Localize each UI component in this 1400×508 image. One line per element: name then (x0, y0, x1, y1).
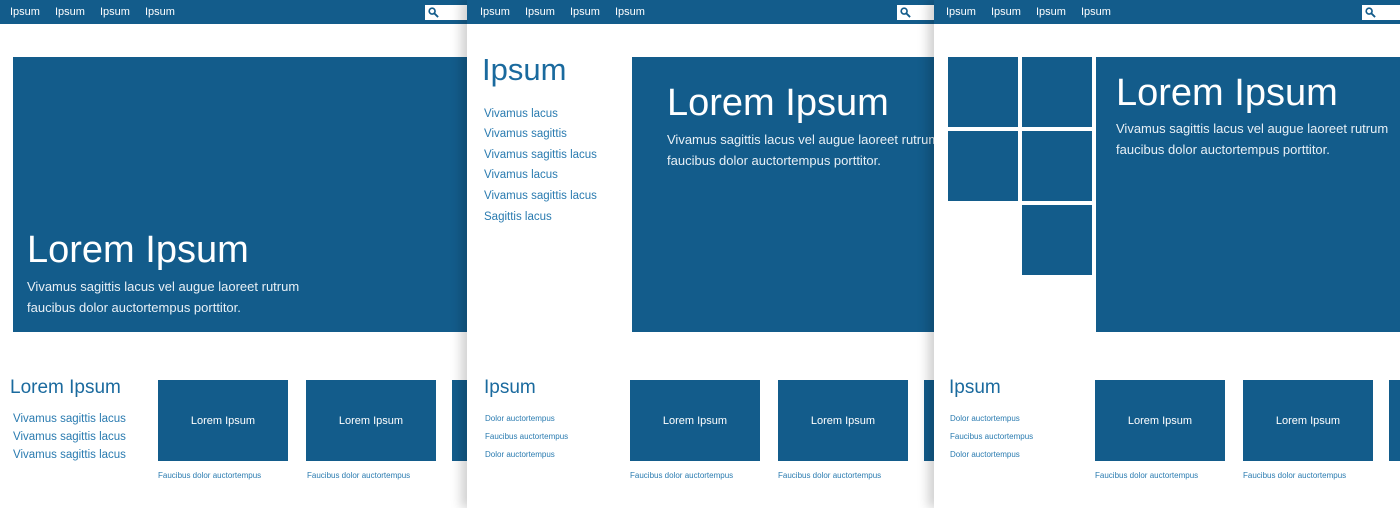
section-link-2[interactable]: Faucibus auctortempus (485, 432, 568, 442)
card-label: Lorem Ipsum (1275, 414, 1341, 427)
section-link-3[interactable]: Dolor auctortempus (950, 450, 1020, 460)
top-nav-bar: Ipsum Ipsum Ipsum Ipsum (467, 0, 934, 24)
nav-item-4[interactable]: Ipsum (145, 5, 175, 19)
nav-item-4[interactable]: Ipsum (615, 5, 645, 19)
section-title: Ipsum (484, 377, 536, 398)
nav-item-3[interactable]: Ipsum (100, 5, 130, 19)
hero-description-line-2: faucibus dolor auctortempus porttitor. (27, 300, 241, 315)
section-title: Lorem Ipsum (10, 377, 121, 398)
nav-item-1[interactable]: Ipsum (480, 5, 510, 19)
hero-description-line-1: Vivamus sagittis lacus vel augue laoreet… (27, 279, 300, 294)
sidebar-link-1[interactable]: Vivamus lacus (484, 107, 558, 121)
card-caption-1[interactable]: Faucibus dolor auctortempus (630, 471, 733, 481)
grid-tile-4[interactable] (1022, 131, 1092, 201)
nav-item-4[interactable]: Ipsum (1081, 5, 1111, 19)
hero-description-line-2: faucibus dolor auctortempus porttitor. (667, 153, 881, 168)
layout-panel-1: Ipsum Ipsum Ipsum Ipsum Lorem Ipsum Viva… (0, 0, 467, 508)
layout-panel-3: Ipsum Ipsum Ipsum Ipsum Lorem Ipsum Viva… (934, 0, 1400, 508)
grid-tile-2[interactable] (1022, 57, 1092, 127)
search-icon (428, 7, 439, 18)
card-caption-2[interactable]: Faucibus dolor auctortempus (1243, 471, 1346, 481)
nav-item-3[interactable]: Ipsum (570, 5, 600, 19)
content-card-3[interactable] (1389, 380, 1400, 461)
section-link-1[interactable]: Dolor auctortempus (950, 414, 1020, 424)
search-input[interactable] (1362, 5, 1400, 20)
sidebar-link-3[interactable]: Vivamus sagittis lacus (484, 148, 597, 162)
card-label: Lorem Ipsum (338, 414, 404, 427)
search-input[interactable] (425, 5, 467, 20)
section-link-2[interactable]: Faucibus auctortempus (950, 432, 1033, 442)
section-link-1[interactable]: Vivamus sagittis lacus (13, 412, 126, 426)
card-caption-2[interactable]: Faucibus dolor auctortempus (307, 471, 410, 481)
sidebar-link-6[interactable]: Sagittis lacus (484, 210, 552, 224)
sidebar-link-2[interactable]: Vivamus sagittis (484, 127, 567, 141)
hero-banner[interactable]: Lorem Ipsum Vivamus sagittis lacus vel a… (13, 57, 467, 332)
nav-item-2[interactable]: Ipsum (525, 5, 555, 19)
hero-description-line-1: Vivamus sagittis lacus vel augue laoreet… (1116, 121, 1389, 136)
card-caption-1[interactable]: Faucibus dolor auctortempus (158, 471, 261, 481)
search-icon (900, 7, 911, 18)
section-link-3[interactable]: Dolor auctortempus (485, 450, 555, 460)
content-card-3[interactable] (452, 380, 467, 461)
content-card-1[interactable]: Lorem Ipsum (1095, 380, 1225, 461)
card-label: Lorem Ipsum (810, 414, 876, 427)
section-link-3[interactable]: Vivamus sagittis lacus (13, 448, 126, 462)
card-label: Lorem Ipsum (1127, 414, 1193, 427)
sidebar-link-4[interactable]: Vivamus lacus (484, 168, 558, 182)
content-card-1[interactable]: Lorem Ipsum (630, 380, 760, 461)
nav-item-3[interactable]: Ipsum (1036, 5, 1066, 19)
content-card-2[interactable]: Lorem Ipsum (306, 380, 436, 461)
top-nav-bar: Ipsum Ipsum Ipsum Ipsum (934, 0, 1400, 24)
section-title: Ipsum (949, 377, 1001, 398)
top-nav-bar: Ipsum Ipsum Ipsum Ipsum (0, 0, 467, 24)
content-card-1[interactable]: Lorem Ipsum (158, 380, 288, 461)
hero-description-line-2: faucibus dolor auctortempus porttitor. (1116, 142, 1330, 157)
grid-tile-1[interactable] (948, 57, 1018, 127)
layout-panel-2: Ipsum Ipsum Ipsum Ipsum Ipsum Vivamus la… (467, 0, 934, 508)
hero-title: Lorem Ipsum (27, 229, 249, 271)
grid-tile-3[interactable] (948, 131, 1018, 201)
hero-description-line-1: Vivamus sagittis lacus vel augue laoreet… (667, 132, 934, 147)
section-link-2[interactable]: Vivamus sagittis lacus (13, 430, 126, 444)
hero-title: Lorem Ipsum (1116, 72, 1338, 114)
hero-banner[interactable]: Lorem Ipsum Vivamus sagittis lacus vel a… (632, 57, 934, 332)
content-card-2[interactable]: Lorem Ipsum (1243, 380, 1373, 461)
section-link-1[interactable]: Dolor auctortempus (485, 414, 555, 424)
search-icon (1365, 7, 1376, 18)
card-label: Lorem Ipsum (190, 414, 256, 427)
sidebar-link-5[interactable]: Vivamus sagittis lacus (484, 189, 597, 203)
card-caption-1[interactable]: Faucibus dolor auctortempus (1095, 471, 1198, 481)
nav-item-1[interactable]: Ipsum (10, 5, 40, 19)
search-input[interactable] (897, 5, 934, 20)
nav-item-2[interactable]: Ipsum (991, 5, 1021, 19)
content-card-3[interactable] (924, 380, 934, 461)
grid-tile-5[interactable] (1022, 205, 1092, 275)
hero-title: Lorem Ipsum (667, 82, 889, 124)
nav-item-1[interactable]: Ipsum (946, 5, 976, 19)
card-label: Lorem Ipsum (662, 414, 728, 427)
content-card-2[interactable]: Lorem Ipsum (778, 380, 908, 461)
card-caption-2[interactable]: Faucibus dolor auctortempus (778, 471, 881, 481)
sidebar-title: Ipsum (482, 52, 567, 87)
hero-banner[interactable]: Lorem Ipsum Vivamus sagittis lacus vel a… (1096, 57, 1400, 332)
nav-item-2[interactable]: Ipsum (55, 5, 85, 19)
